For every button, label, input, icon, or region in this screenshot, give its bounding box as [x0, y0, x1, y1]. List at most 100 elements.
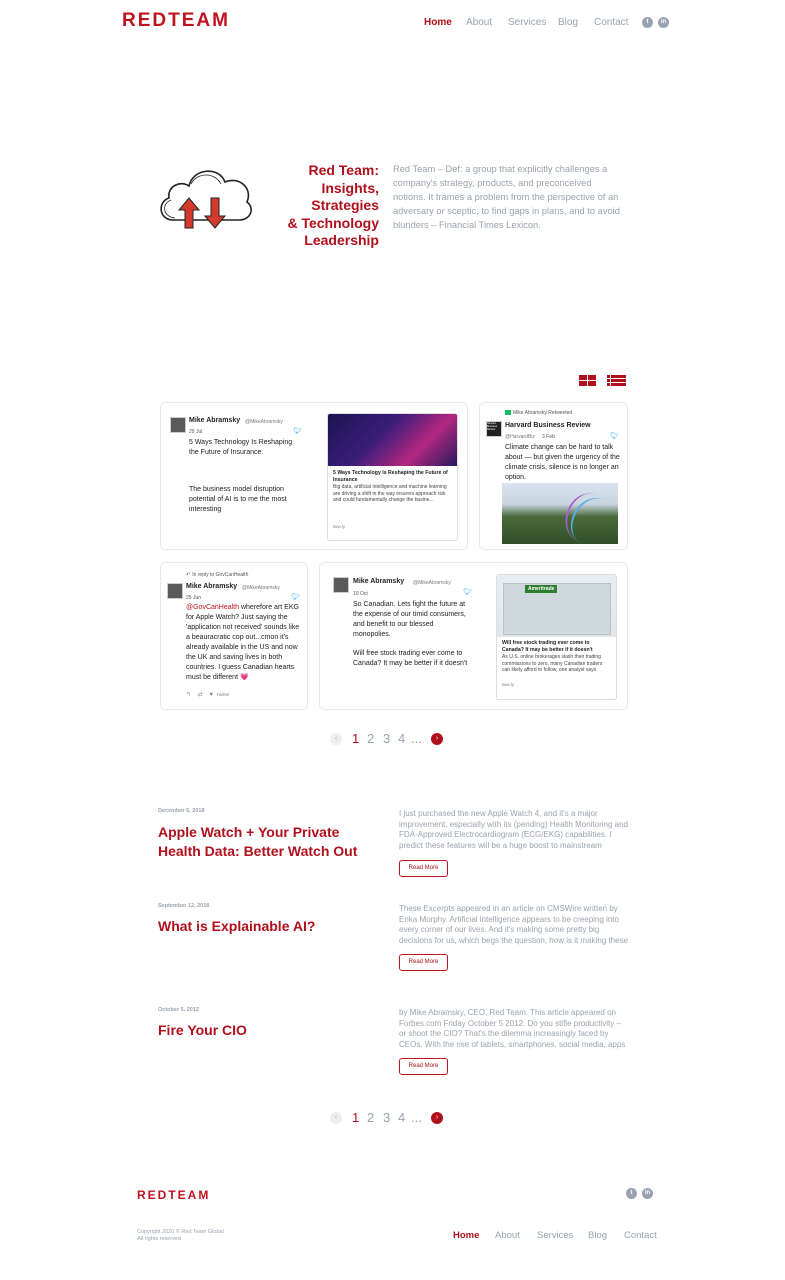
building-sign: Ameritrade — [525, 585, 558, 593]
tweet-date[interactable]: 29 Jul — [189, 429, 202, 435]
linkedin-icon[interactable]: in — [658, 17, 669, 28]
twitter-bird-icon[interactable]: 🐦︎ — [610, 432, 619, 440]
link-preview-card[interactable]: Ameritrade Will free stock trading ever … — [496, 574, 617, 700]
hero-title-line: Red Team: — [308, 162, 379, 178]
nav-contact[interactable]: Contact — [594, 17, 628, 28]
page-1[interactable]: 1 — [352, 731, 359, 746]
twitter-bird-icon[interactable]: 🐦︎ — [291, 593, 300, 601]
link-preview-desc: As U.S. online brokerages slash their tr… — [502, 654, 603, 674]
next-page-button[interactable]: › — [431, 733, 443, 745]
tweet-mention[interactable]: @GovCanHealth — [186, 604, 239, 611]
read-more-button[interactable]: Read More — [399, 860, 448, 877]
nav-blog[interactable]: Blog — [558, 17, 578, 28]
retweet-icon — [505, 410, 511, 416]
footer-nav-services[interactable]: Services — [537, 1230, 573, 1241]
tweet-image — [502, 483, 618, 544]
retweet-icon[interactable]: ⇄ — [198, 692, 203, 698]
post-date: October 5, 2012 — [158, 1007, 199, 1013]
copyright: Copyright 2020 © Red Team Global All rig… — [137, 1229, 224, 1243]
hero-title-line: Leadership — [304, 232, 379, 248]
avatar[interactable] — [170, 417, 186, 433]
nav-home[interactable]: Home — [424, 17, 452, 28]
tweet-actions: ↰ ⇄ ♥ Twitter — [186, 691, 230, 698]
footer-nav-about[interactable]: About — [495, 1230, 520, 1241]
grid-view-button[interactable] — [579, 375, 597, 387]
page-ellipsis: ... — [411, 1110, 422, 1125]
reply-label: ↶ In reply to GovCanHealth — [186, 572, 248, 578]
heart-emoji: 💗 — [239, 674, 249, 681]
tweet-author[interactable]: Harvard Business Review — [505, 422, 591, 429]
tweet-handle[interactable]: @MikeAbramsky — [242, 585, 280, 591]
page-2[interactable]: 2 — [367, 1110, 374, 1125]
cloud-upload-download-icon — [160, 170, 252, 229]
read-more-button[interactable]: Read More — [399, 1058, 448, 1075]
link-preview-desc: Big data, artificial intelligence and ma… — [333, 484, 447, 504]
footer-nav-contact[interactable]: Contact — [624, 1230, 657, 1241]
avatar[interactable] — [333, 577, 349, 593]
retweet-label: Mike Abramsky Retweeted — [505, 410, 572, 416]
post-excerpt: by Mike Abramsky, CEO, Red Team. This ar… — [399, 1008, 626, 1049]
nav-about[interactable]: About — [466, 17, 492, 28]
reply-icon[interactable]: ↰ — [186, 692, 191, 698]
post-title[interactable]: Fire Your CIO — [158, 1021, 358, 1040]
link-preview-title: Will free stock trading ever come to Can… — [502, 640, 593, 653]
avatar[interactable] — [167, 583, 183, 599]
link-preview-card[interactable]: 5 Ways Technology Is Reshaping the Futur… — [327, 413, 458, 541]
tweet-card[interactable]: Mike Abramsky Retweeted Harvard Business… — [479, 402, 628, 550]
post-date: December 5, 2018 — [158, 808, 205, 814]
tweet-author[interactable]: Mike Abramsky — [353, 578, 404, 585]
avatar[interactable]: Harvard Business Review — [486, 421, 502, 437]
footer-nav-home[interactable]: Home — [453, 1230, 479, 1241]
read-more-button[interactable]: Read More — [399, 954, 448, 971]
tweet-text: So Canadian. Lets fight the future at th… — [353, 601, 466, 638]
linkedin-icon[interactable]: in — [642, 1188, 653, 1199]
tweet-card[interactable]: Mike Abramsky @MikeAbramsky 10 Oct 🐦︎ So… — [319, 562, 628, 710]
tweet-card[interactable]: Mike Abramsky @MikeAbramsky 29 Jul 🐦︎ 5 … — [160, 402, 468, 550]
post-excerpt: These Excerpts appeared in an article on… — [399, 904, 629, 945]
hero-title-line: Insights, Strategies — [311, 179, 379, 214]
page-ellipsis: ... — [411, 731, 422, 746]
hero-title: Red Team: Insights, Strategies & Technol… — [258, 162, 379, 250]
tweet-author[interactable]: Mike Abramsky — [186, 583, 237, 590]
tweet-date[interactable]: 10 Oct — [353, 591, 368, 597]
page-1[interactable]: 1 — [352, 1110, 359, 1125]
prev-page-button[interactable]: ‹ — [330, 733, 342, 745]
page-3[interactable]: 3 — [383, 731, 390, 746]
link-preview-image — [328, 414, 457, 466]
tweet-source[interactable]: Twitter — [216, 692, 229, 697]
post-excerpt: I just purchased the new Apple Watch 4, … — [399, 809, 628, 850]
page-2[interactable]: 2 — [367, 731, 374, 746]
tweet-body: wherefore art EKG for Apple Watch? Just … — [186, 604, 300, 681]
post-title[interactable]: Apple Watch + Your Private Health Data: … — [158, 823, 358, 861]
footer-logo[interactable]: REDTEAM — [137, 1188, 210, 1202]
link-preview-title: 5 Ways Technology Is Reshaping the Futur… — [333, 470, 448, 483]
next-page-button[interactable]: › — [431, 1112, 443, 1124]
twitter-bird-icon[interactable]: 🐦︎ — [463, 588, 472, 596]
site-logo[interactable]: REDTEAM — [122, 10, 230, 32]
twitter-bird-icon[interactable]: 🐦︎ — [293, 427, 302, 435]
footer-nav-blog[interactable]: Blog — [588, 1230, 607, 1241]
like-icon[interactable]: ♥ — [209, 692, 213, 698]
page-3[interactable]: 3 — [383, 1110, 390, 1125]
tweet-handle[interactable]: @MikeAbramsky — [245, 419, 283, 425]
list-view-button[interactable] — [607, 375, 626, 387]
hero-title-line: & Technology — [287, 214, 379, 231]
prev-page-button[interactable]: ‹ — [330, 1112, 342, 1124]
page-4[interactable]: 4 — [398, 731, 405, 746]
tweet-card[interactable]: ↶ In reply to GovCanHealth Mike Abramsky … — [160, 562, 308, 710]
nav-services[interactable]: Services — [508, 17, 546, 28]
reply-text: In reply to GovCanHealth — [192, 572, 249, 578]
tweet-author[interactable]: Mike Abramsky — [189, 417, 240, 424]
twitter-icon[interactable]: t — [642, 17, 653, 28]
post-title[interactable]: What is Explainable AI? — [158, 917, 358, 936]
link-preview-url: tww.ly — [333, 524, 346, 529]
tweet-handle[interactable]: @MikeAbramsky — [413, 580, 451, 586]
page-4[interactable]: 4 — [398, 1110, 405, 1125]
tweet-text: Climate change can be hard to talk about… — [505, 444, 620, 481]
tweet-handle[interactable]: @HarvardBiz — [505, 434, 535, 440]
tweet-date[interactable]: 25 Jun — [186, 595, 201, 601]
tweet-date[interactable]: 3 Feb — [542, 434, 555, 440]
twitter-icon[interactable]: t — [626, 1188, 637, 1199]
post-date: September 12, 2018 — [158, 903, 210, 909]
link-preview-url: tww.ly — [502, 682, 515, 687]
